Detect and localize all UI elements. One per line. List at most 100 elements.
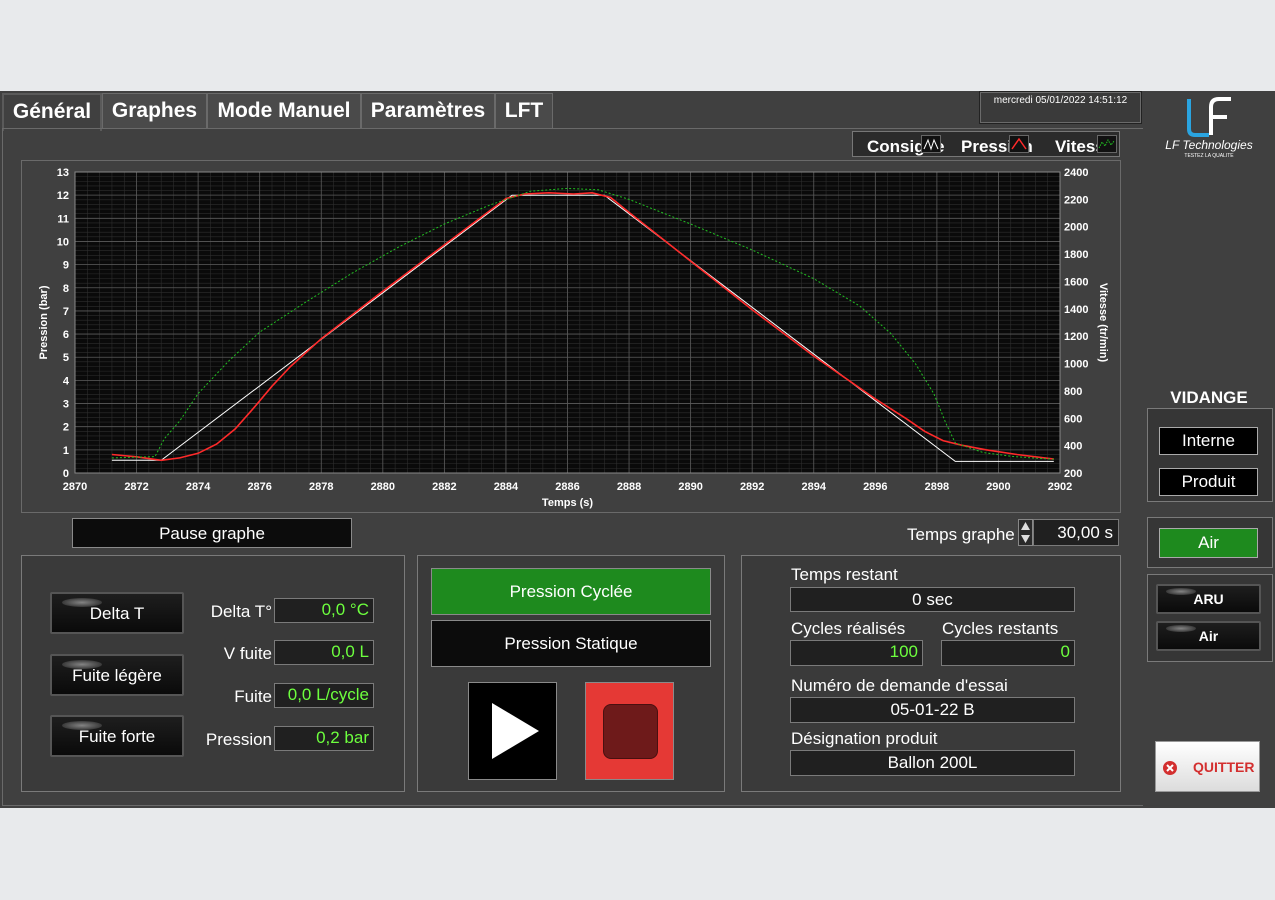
x-tick-label: 2874 (186, 481, 211, 493)
y2-tick-label: 2200 (1064, 194, 1088, 206)
start-button[interactable] (468, 682, 557, 780)
vidange-title: VIDANGE (1170, 388, 1248, 407)
y2-tick-label: 1400 (1064, 304, 1088, 316)
temps-graphe-input[interactable]: 30,00 s (1033, 519, 1119, 546)
alarm-fuite-forte-label: Fuite forte (78, 727, 156, 746)
y-tick-label: 10 (57, 236, 69, 248)
v-fuite-value: 0,0 L (274, 640, 374, 665)
x-tick-label: 2884 (494, 481, 519, 493)
y-tick-label: 0 (63, 468, 69, 480)
air-status-indicator: Air (1156, 621, 1261, 651)
tab-lft[interactable]: LFT (495, 93, 553, 128)
x-tick-label: 2894 (802, 481, 827, 493)
x-tick-label: 2872 (124, 481, 148, 493)
pause-graph-button[interactable]: Pause graphe (72, 518, 352, 548)
stop-button[interactable] (585, 682, 674, 780)
x-tick-label: 2902 (1048, 481, 1072, 493)
y-tick-label: 4 (63, 375, 70, 387)
y2-tick-label: 1800 (1064, 249, 1088, 261)
y2-axis-label: Vitesse (tr/min) (1097, 283, 1109, 363)
tab-graphes[interactable]: Graphes (102, 93, 207, 128)
play-icon (492, 703, 539, 759)
legend-pression-swatch (1009, 135, 1029, 153)
delta-t-label: Delta T° (210, 602, 272, 621)
legend-vitesse-swatch (1097, 135, 1117, 153)
alarm-delta-t[interactable]: Delta T (50, 592, 184, 634)
temps-restant-label: Temps restant (791, 565, 898, 584)
stop-icon (603, 704, 658, 759)
cycles-restants-label: Cycles restants (942, 619, 1059, 638)
x-tick-label: 2896 (863, 481, 887, 493)
app-window: Général Graphes Mode Manuel Paramètres L… (0, 91, 1275, 808)
x-tick-label: 2888 (617, 481, 641, 493)
y-axis-label: Pression (bar) (38, 285, 50, 359)
pression-label: Pression (205, 730, 272, 749)
designation-label: Désignation produit (791, 729, 938, 748)
vidange-air-button[interactable]: Air (1159, 528, 1258, 558)
alarm-fuite-forte[interactable]: Fuite forte (50, 715, 184, 757)
temps-graphe-spinner[interactable] (1018, 519, 1033, 546)
y-tick-label: 8 (63, 283, 69, 295)
y2-tick-label: 2400 (1064, 167, 1088, 179)
temps-graphe-label: Temps graphe (907, 525, 1015, 544)
y2-tick-label: 1600 (1064, 276, 1088, 288)
aru-indicator: ARU (1156, 584, 1261, 614)
close-icon (1163, 761, 1177, 775)
y-tick-label: 3 (63, 399, 69, 411)
x-tick-label: 2898 (925, 481, 949, 493)
cycles-realises-label: Cycles réalisés (791, 619, 906, 638)
x-tick-label: 2876 (247, 481, 271, 493)
y2-tick-label: 800 (1064, 386, 1082, 398)
x-tick-label: 2878 (309, 481, 333, 493)
y2-tick-label: 1000 (1064, 359, 1088, 371)
y2-tick-label: 2000 (1064, 222, 1088, 234)
y-tick-label: 1 (63, 445, 69, 457)
pressure-chart: 2870 2872 2874 2876 2878 2880 2882 2884 2886 2888… (38, 167, 1109, 509)
fuite-label: Fuite (234, 687, 272, 706)
alarm-fuite-legere[interactable]: Fuite légère (50, 654, 184, 696)
y-tick-label: 12 (57, 190, 69, 202)
x-tick-label: 2890 (678, 481, 702, 493)
y-tick-label: 5 (63, 352, 69, 364)
y2-tick-label: 1200 (1064, 331, 1088, 343)
y-tick-label: 11 (57, 213, 69, 225)
designation-value: Ballon 200L (790, 750, 1075, 776)
quit-button[interactable]: QUITTER (1155, 741, 1260, 792)
demande-value: 05-01-22 B (790, 697, 1075, 723)
logo-tagline: TESTEZ LA QUALITE (1184, 153, 1234, 159)
pression-cyclee-button[interactable]: Pression Cyclée (431, 568, 711, 615)
y2-tick-label: 200 (1064, 468, 1082, 480)
tab-general[interactable]: Général (2, 93, 102, 131)
y-tick-label: 7 (63, 306, 69, 318)
y-tick-label: 9 (63, 260, 69, 272)
y-tick-label: 2 (63, 422, 69, 434)
tab-parametres[interactable]: Paramètres (361, 93, 495, 128)
tab-mode-manuel[interactable]: Mode Manuel (207, 93, 361, 128)
pression-statique-button[interactable]: Pression Statique (431, 620, 711, 667)
pression-value: 0,2 bar (274, 726, 374, 751)
temps-restant-value: 0 sec (790, 587, 1075, 612)
y-tick-label: 6 (63, 329, 69, 341)
side-column: LF Technologies TESTEZ LA QUALITE VIDANG… (1143, 91, 1275, 808)
x-tick-label: 2870 (63, 481, 87, 493)
fuite-value: 0,0 L/cycle (274, 683, 374, 708)
quit-label: QUITTER (1193, 759, 1255, 775)
vidange-interne-button[interactable]: Interne (1159, 427, 1258, 455)
datetime-display: mercredi 05/01/2022 14:51:12 (979, 91, 1142, 124)
chart-legend: Consigne Pression Vitesse (852, 131, 1120, 157)
demande-label: Numéro de demande d'essai (791, 676, 1008, 695)
x-tick-label: 2886 (555, 481, 579, 493)
x-axis-label: Temps (s) (542, 497, 593, 509)
x-tick-label: 2882 (432, 481, 456, 493)
vidange-produit-button[interactable]: Produit (1159, 468, 1258, 496)
lf-logo: LF Technologies TESTEZ LA QUALITE (1143, 91, 1275, 173)
cycles-realises-value: 100 (790, 640, 923, 666)
y-tick-label: 13 (57, 167, 69, 179)
x-tick-label: 2900 (986, 481, 1010, 493)
y2-tick-label: 600 (1064, 413, 1082, 425)
logo-brand: LF Technologies (1165, 138, 1253, 152)
y2-tick-label: 400 (1064, 441, 1082, 453)
cycles-restants-value: 0 (941, 640, 1075, 666)
v-fuite-label: V fuite (223, 644, 272, 663)
x-tick-label: 2892 (740, 481, 764, 493)
